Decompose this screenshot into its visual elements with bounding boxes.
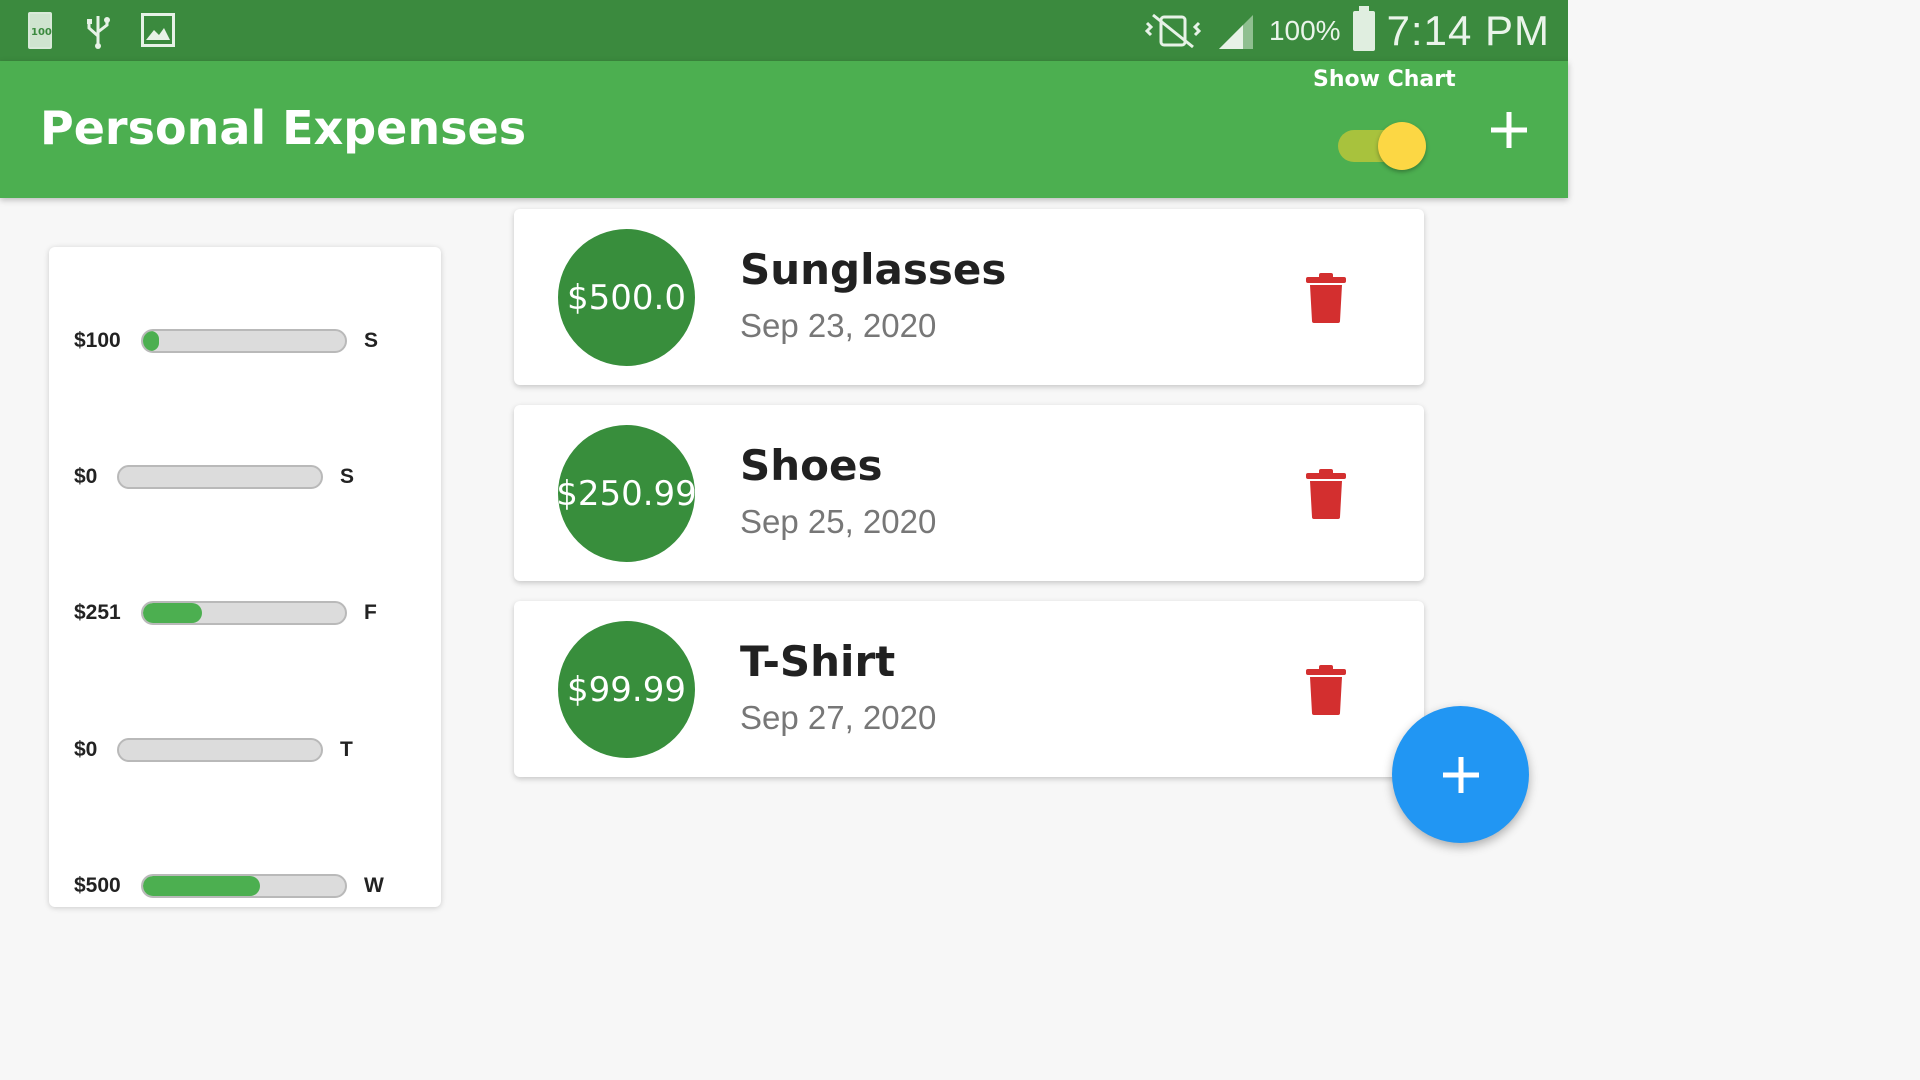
chart-bar-track <box>141 329 347 353</box>
transaction-card: $500.0 Sunglasses Sep 23, 2020 <box>514 209 1424 385</box>
chart-bar-amount: $0 <box>74 738 98 761</box>
chart-bar-day: F <box>364 601 377 624</box>
status-right-group: 100% 7:14 PM <box>1143 6 1550 56</box>
chart-bar-fill <box>143 331 160 351</box>
chart-bar-day: W <box>364 874 384 897</box>
chart-bar: $0 S <box>49 457 441 497</box>
trash-icon[interactable] <box>1304 469 1348 519</box>
chart-bar-amount: $0 <box>74 465 98 488</box>
chart-bar: $100 S <box>49 321 441 361</box>
add-transaction-button[interactable] <box>1484 106 1534 156</box>
transaction-card: $99.99 T-Shirt Sep 27, 2020 <box>514 601 1424 777</box>
battery-icon <box>1352 6 1375 51</box>
transaction-amount-badge: $500.0 <box>558 229 695 366</box>
transaction-date: Sep 25, 2020 <box>740 503 937 540</box>
chart-bar-day: S <box>340 465 355 488</box>
battery-notification-text: 100 <box>31 27 52 38</box>
clock: 7:14 PM <box>1386 7 1550 54</box>
chart-bar: $251 F <box>49 593 441 633</box>
battery-percent: 100% <box>1268 15 1341 46</box>
image-icon <box>141 13 175 47</box>
switch-thumb <box>1378 122 1426 170</box>
chart-bar-fill <box>143 876 261 896</box>
vibrate-mute-icon <box>1144 13 1202 49</box>
transaction-title: Shoes <box>740 441 883 490</box>
chart-bar-day: T <box>340 738 353 761</box>
signal-icon <box>1218 15 1253 49</box>
transaction-title: T-Shirt <box>740 637 896 686</box>
transaction-date: Sep 27, 2020 <box>740 699 937 736</box>
status-bar: 100 100% 7:14 PM <box>0 0 1568 61</box>
plus-icon <box>1442 756 1479 793</box>
chart-bar-track <box>141 874 347 898</box>
plus-icon <box>1491 112 1527 148</box>
battery-notification-icon: 100 <box>28 12 52 49</box>
add-transaction-fab[interactable] <box>1392 706 1529 843</box>
transaction-card: $250.99 Shoes Sep 25, 2020 <box>514 405 1424 581</box>
app-bar: Personal Expenses Show Chart <box>0 61 1568 198</box>
transaction-title: Sunglasses <box>740 245 1007 294</box>
transaction-amount-badge: $250.99 <box>556 425 697 562</box>
chart-bar-day: S <box>364 329 379 352</box>
page-title: Personal Expenses <box>40 101 527 155</box>
weekly-chart-card: $100 S $0 S $251 F $0 T $500 W <box>49 247 441 907</box>
chart-bar-track <box>117 465 323 489</box>
chart-bar: $0 T <box>49 730 441 770</box>
trash-icon[interactable] <box>1304 273 1348 323</box>
chart-bar-amount: $500 <box>74 874 121 897</box>
chart-bar-fill <box>143 603 202 623</box>
chart-bar-amount: $100 <box>74 329 121 352</box>
transaction-date: Sep 23, 2020 <box>740 307 937 344</box>
show-chart-label: Show Chart <box>1313 67 1456 92</box>
chart-bar-amount: $251 <box>74 601 121 624</box>
chart-bar-track <box>117 738 323 762</box>
chart-bar: $500 W <box>49 866 441 906</box>
trash-icon[interactable] <box>1304 665 1348 715</box>
usb-icon <box>87 16 110 49</box>
transaction-amount-badge: $99.99 <box>558 621 695 758</box>
show-chart-switch[interactable] <box>1338 121 1428 171</box>
chart-bar-track <box>141 601 347 625</box>
